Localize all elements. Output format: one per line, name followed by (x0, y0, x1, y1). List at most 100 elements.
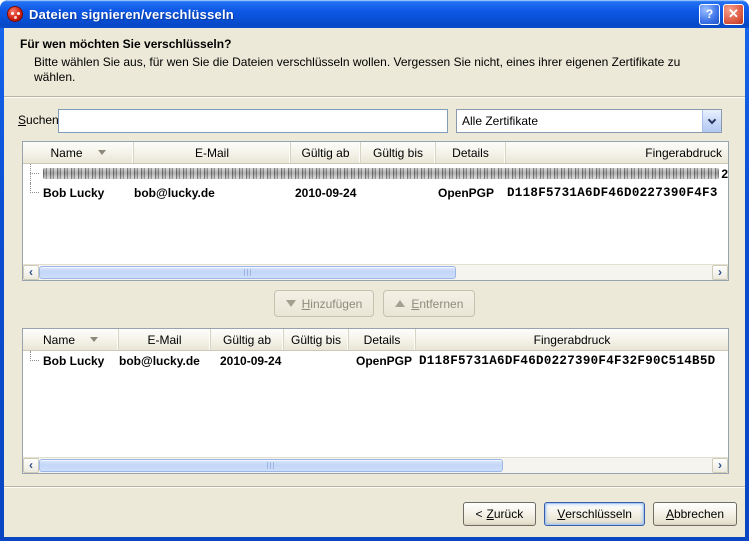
column-header-fingerprint[interactable]: Fingerabdruck (506, 142, 728, 163)
sort-descending-icon (90, 337, 98, 342)
scroll-left-button[interactable]: ‹ (23, 458, 39, 473)
column-header-details[interactable]: Details (436, 142, 506, 163)
column-header-fingerprint[interactable]: Fingerabdruck (416, 329, 728, 350)
table-row-redacted[interactable]: 2 (23, 164, 728, 183)
search-input[interactable] (58, 109, 448, 133)
column-header-name[interactable]: Name (23, 142, 134, 163)
add-button-accel: H (302, 297, 311, 311)
column-header-details-label: Details (452, 146, 489, 160)
add-button-label: Hinzufügen (302, 297, 363, 311)
header-separator (4, 96, 745, 98)
scrollbar-thumb[interactable] (39, 459, 503, 472)
redacted-row-suffix: 2 (721, 167, 728, 181)
sort-descending-icon (98, 150, 106, 155)
column-header-valid-until[interactable]: Gültig bis (284, 329, 349, 350)
close-button[interactable]: ✕ (723, 4, 744, 25)
column-header-email[interactable]: E-Mail (119, 329, 211, 350)
certificate-filter-value: Alle Zertifikate (457, 114, 702, 128)
column-header-email-label: E-Mail (147, 333, 181, 347)
add-button[interactable]: Hinzufügen (274, 290, 375, 317)
column-header-details-label: Details (364, 333, 401, 347)
column-header-valid-until-label: Gültig bis (291, 333, 341, 347)
cancel-button-accel: A (666, 507, 674, 521)
redacted-row-smudge (43, 168, 719, 179)
column-header-name[interactable]: Name (23, 329, 119, 350)
column-header-fingerprint-label: Fingerabdruck (534, 333, 611, 347)
column-header-valid-from-label: Gültig ab (301, 146, 349, 160)
certificate-filter-combobox[interactable]: Alle Zertifikate (456, 109, 722, 133)
selected-table-hscrollbar[interactable]: ‹ › (23, 457, 728, 473)
scroll-left-icon: ‹ (29, 266, 33, 278)
tree-branch-icon (28, 351, 40, 370)
wizard-description: Bitte wählen Sie aus, für wen Sie die Da… (34, 55, 682, 85)
wizard-heading: Für wen möchten Sie verschlüsseln? (20, 37, 231, 51)
back-button[interactable]: < Zurück (463, 502, 537, 526)
column-header-fingerprint-label: Fingerabdruck (645, 146, 722, 160)
search-label-rest: uchen: (26, 113, 62, 127)
scrollbar-grip-icon (244, 269, 252, 276)
available-table-hscrollbar[interactable]: ‹ › (23, 264, 728, 280)
cell-details: OpenPGP (436, 186, 506, 200)
table-row-bob-lucky[interactable]: Bob Lucky bob@lucky.de 2010-09-24 OpenPG… (23, 183, 728, 202)
tree-branch-icon (28, 164, 40, 183)
window-title: Dateien signieren/verschlüsseln (29, 7, 696, 22)
encrypt-button-accel: V (557, 507, 565, 521)
cell-details: OpenPGP (349, 354, 416, 368)
encrypt-button[interactable]: Verschlüsseln (544, 502, 645, 526)
column-header-email[interactable]: E-Mail (134, 142, 291, 163)
scroll-left-button[interactable]: ‹ (23, 265, 39, 280)
table-row-bob-lucky[interactable]: Bob Lucky bob@lucky.de 2010-09-24 OpenPG… (23, 351, 728, 370)
available-certificates-table: Name E-Mail Gültig ab Gültig bis Details… (22, 141, 729, 281)
scrollbar-grip-icon (267, 462, 275, 469)
column-header-name-label: Name (50, 146, 82, 160)
cell-fingerprint: D118F5731A6DF46D0227390F4F3 (506, 186, 728, 200)
scrollbar-thumb[interactable] (39, 266, 456, 279)
available-table-header: Name E-Mail Gültig ab Gültig bis Details… (23, 142, 728, 164)
cell-email: bob@lucky.de (119, 354, 211, 368)
scroll-right-icon: › (718, 459, 722, 471)
column-header-details[interactable]: Details (349, 329, 416, 350)
scroll-right-button[interactable]: › (712, 265, 728, 280)
scrollbar-track[interactable] (39, 458, 712, 473)
column-header-valid-from[interactable]: Gültig ab (291, 142, 361, 163)
back-button-prefix: < (476, 507, 483, 521)
back-button-accel: Z (487, 507, 494, 521)
combobox-dropdown-button[interactable] (702, 110, 721, 132)
cancel-button-rest: bbrechen (674, 507, 724, 521)
selected-table-body: Bob Lucky bob@lucky.de 2010-09-24 OpenPG… (23, 351, 728, 457)
dialog-content: Für wen möchten Sie verschlüsseln? Bitte… (4, 28, 745, 537)
column-header-valid-until-label: Gültig bis (373, 146, 423, 160)
scrollbar-track[interactable] (39, 265, 712, 280)
transfer-button-row: Hinzufügen Entfernen (4, 290, 745, 317)
help-icon: ? (706, 7, 713, 21)
remove-button[interactable]: Entfernen (383, 290, 475, 317)
scroll-right-button[interactable]: › (712, 458, 728, 473)
cell-valid-from: 2010-09-24 (211, 354, 284, 368)
cell-fingerprint: D118F5731A6DF46D0227390F4F32F90C514B5D (416, 354, 728, 368)
footer-separator (4, 486, 745, 488)
selected-table-header: Name E-Mail Gültig ab Gültig bis Details… (23, 329, 728, 351)
tree-branch-icon (28, 183, 40, 202)
column-header-name-label: Name (43, 333, 75, 347)
cell-email: bob@lucky.de (134, 186, 291, 200)
move-up-icon (395, 300, 405, 307)
add-button-rest: inzufügen (310, 297, 362, 311)
help-button[interactable]: ? (699, 4, 720, 25)
cancel-button[interactable]: Abbrechen (653, 502, 737, 526)
column-header-valid-from-label: Gültig ab (223, 333, 271, 347)
remove-button-rest: ntfernen (419, 297, 463, 311)
selected-certificates-table: Name E-Mail Gültig ab Gültig bis Details… (22, 328, 729, 474)
search-label: Suchen: (18, 113, 62, 127)
back-button-rest: urück (494, 507, 523, 521)
column-header-valid-from[interactable]: Gültig ab (211, 329, 284, 350)
remove-button-label: Entfernen (411, 297, 463, 311)
dialog-window: Dateien signieren/verschlüsseln ? ✕ Für … (0, 0, 749, 541)
cell-valid-from: 2010-09-24 (291, 186, 361, 200)
cell-name: Bob Lucky (43, 354, 104, 368)
search-label-accel: S (18, 113, 26, 127)
app-icon (7, 6, 23, 22)
column-header-valid-until[interactable]: Gültig bis (361, 142, 436, 163)
chevron-down-icon (708, 115, 716, 123)
available-table-body: 2 Bob Lucky bob@lucky.de 2010-09-24 Open… (23, 164, 728, 264)
encrypt-button-rest: erschlüsseln (565, 507, 632, 521)
